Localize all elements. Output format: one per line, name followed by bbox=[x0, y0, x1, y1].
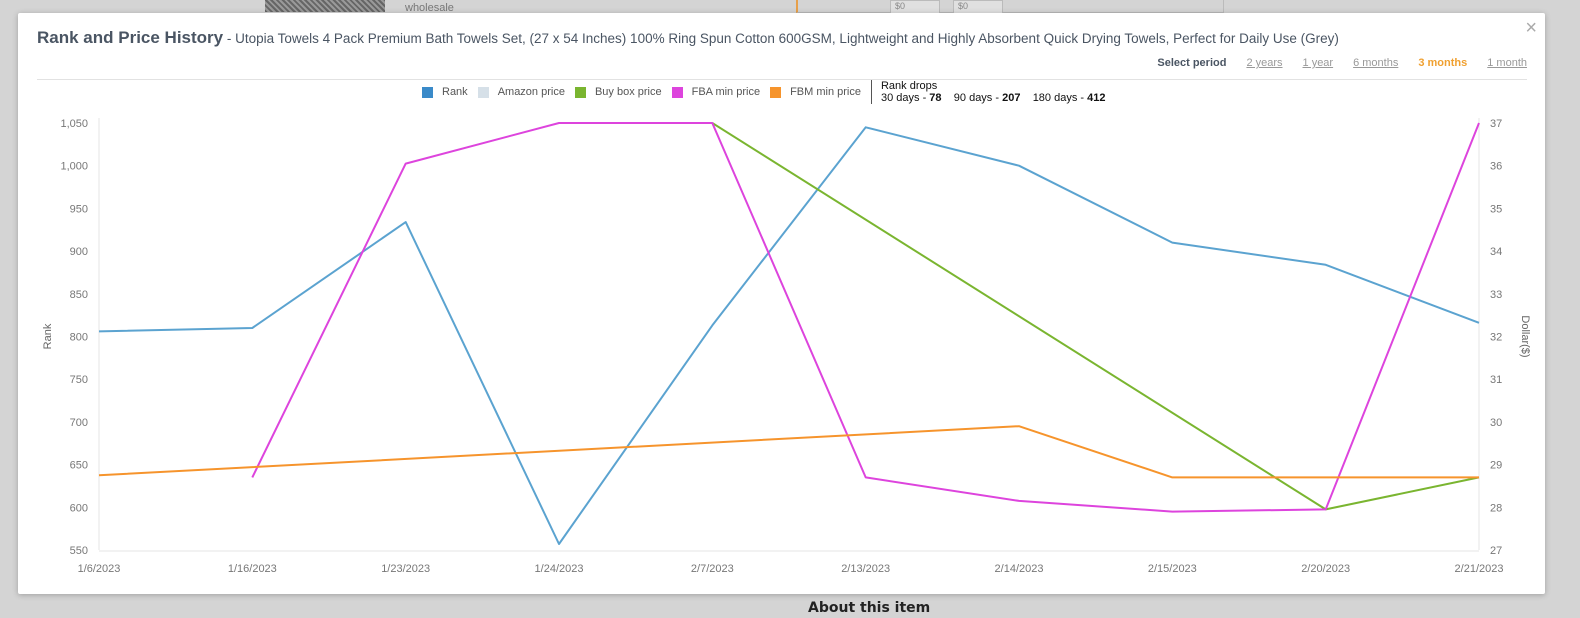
x-tick-label: 1/24/2023 bbox=[535, 563, 584, 575]
y-tick-label: 1,000 bbox=[60, 161, 88, 173]
y2-tick-label: 31 bbox=[1490, 374, 1502, 386]
y2-tick-label: 36 bbox=[1490, 161, 1502, 173]
y-tick-label: 550 bbox=[70, 545, 88, 557]
y-tick-label: 700 bbox=[70, 417, 88, 429]
y2-tick-label: 27 bbox=[1490, 545, 1502, 557]
x-tick-label: 2/21/2023 bbox=[1455, 563, 1504, 575]
x-tick-label: 1/16/2023 bbox=[228, 563, 277, 575]
y-axis-title: Rank bbox=[42, 323, 54, 349]
y-tick-label: 750 bbox=[70, 374, 88, 386]
y-tick-label: 650 bbox=[70, 460, 88, 472]
y2-tick-label: 28 bbox=[1490, 502, 1502, 514]
series-line-rank bbox=[98, 126, 1480, 545]
y-tick-label: 850 bbox=[70, 289, 88, 301]
y-tick-label: 900 bbox=[70, 246, 88, 258]
y2-tick-label: 32 bbox=[1490, 332, 1502, 344]
y-tick-label: 1,050 bbox=[60, 118, 88, 130]
x-tick-label: 1/23/2023 bbox=[381, 563, 430, 575]
series-line-fba bbox=[251, 122, 1480, 513]
y-tick-label: 950 bbox=[70, 203, 88, 215]
x-tick-label: 2/14/2023 bbox=[995, 563, 1044, 575]
series-line-fbm bbox=[98, 425, 1479, 479]
y2-tick-label: 35 bbox=[1490, 203, 1502, 215]
y-tick-label: 800 bbox=[70, 332, 88, 344]
y2-tick-label: 29 bbox=[1490, 460, 1502, 472]
rank-price-chart: 550 600 650 700 750 800 850 900 950 1,000 1,050 27 2… bbox=[42, 118, 1531, 575]
y2-tick-label: 37 bbox=[1490, 118, 1502, 130]
y2-tick-label: 33 bbox=[1490, 289, 1502, 301]
x-tick-label: 2/7/2023 bbox=[691, 563, 734, 575]
x-tick-label: 2/20/2023 bbox=[1301, 563, 1350, 575]
y2-axis-title: Dollar($) bbox=[1519, 315, 1531, 357]
y2-tick-label: 34 bbox=[1490, 246, 1502, 258]
x-tick-label: 1/6/2023 bbox=[78, 563, 121, 575]
y-tick-label: 600 bbox=[70, 502, 88, 514]
y2-tick-label: 30 bbox=[1490, 417, 1502, 429]
x-tick-label: 2/13/2023 bbox=[841, 563, 890, 575]
x-tick-label: 2/15/2023 bbox=[1148, 563, 1197, 575]
